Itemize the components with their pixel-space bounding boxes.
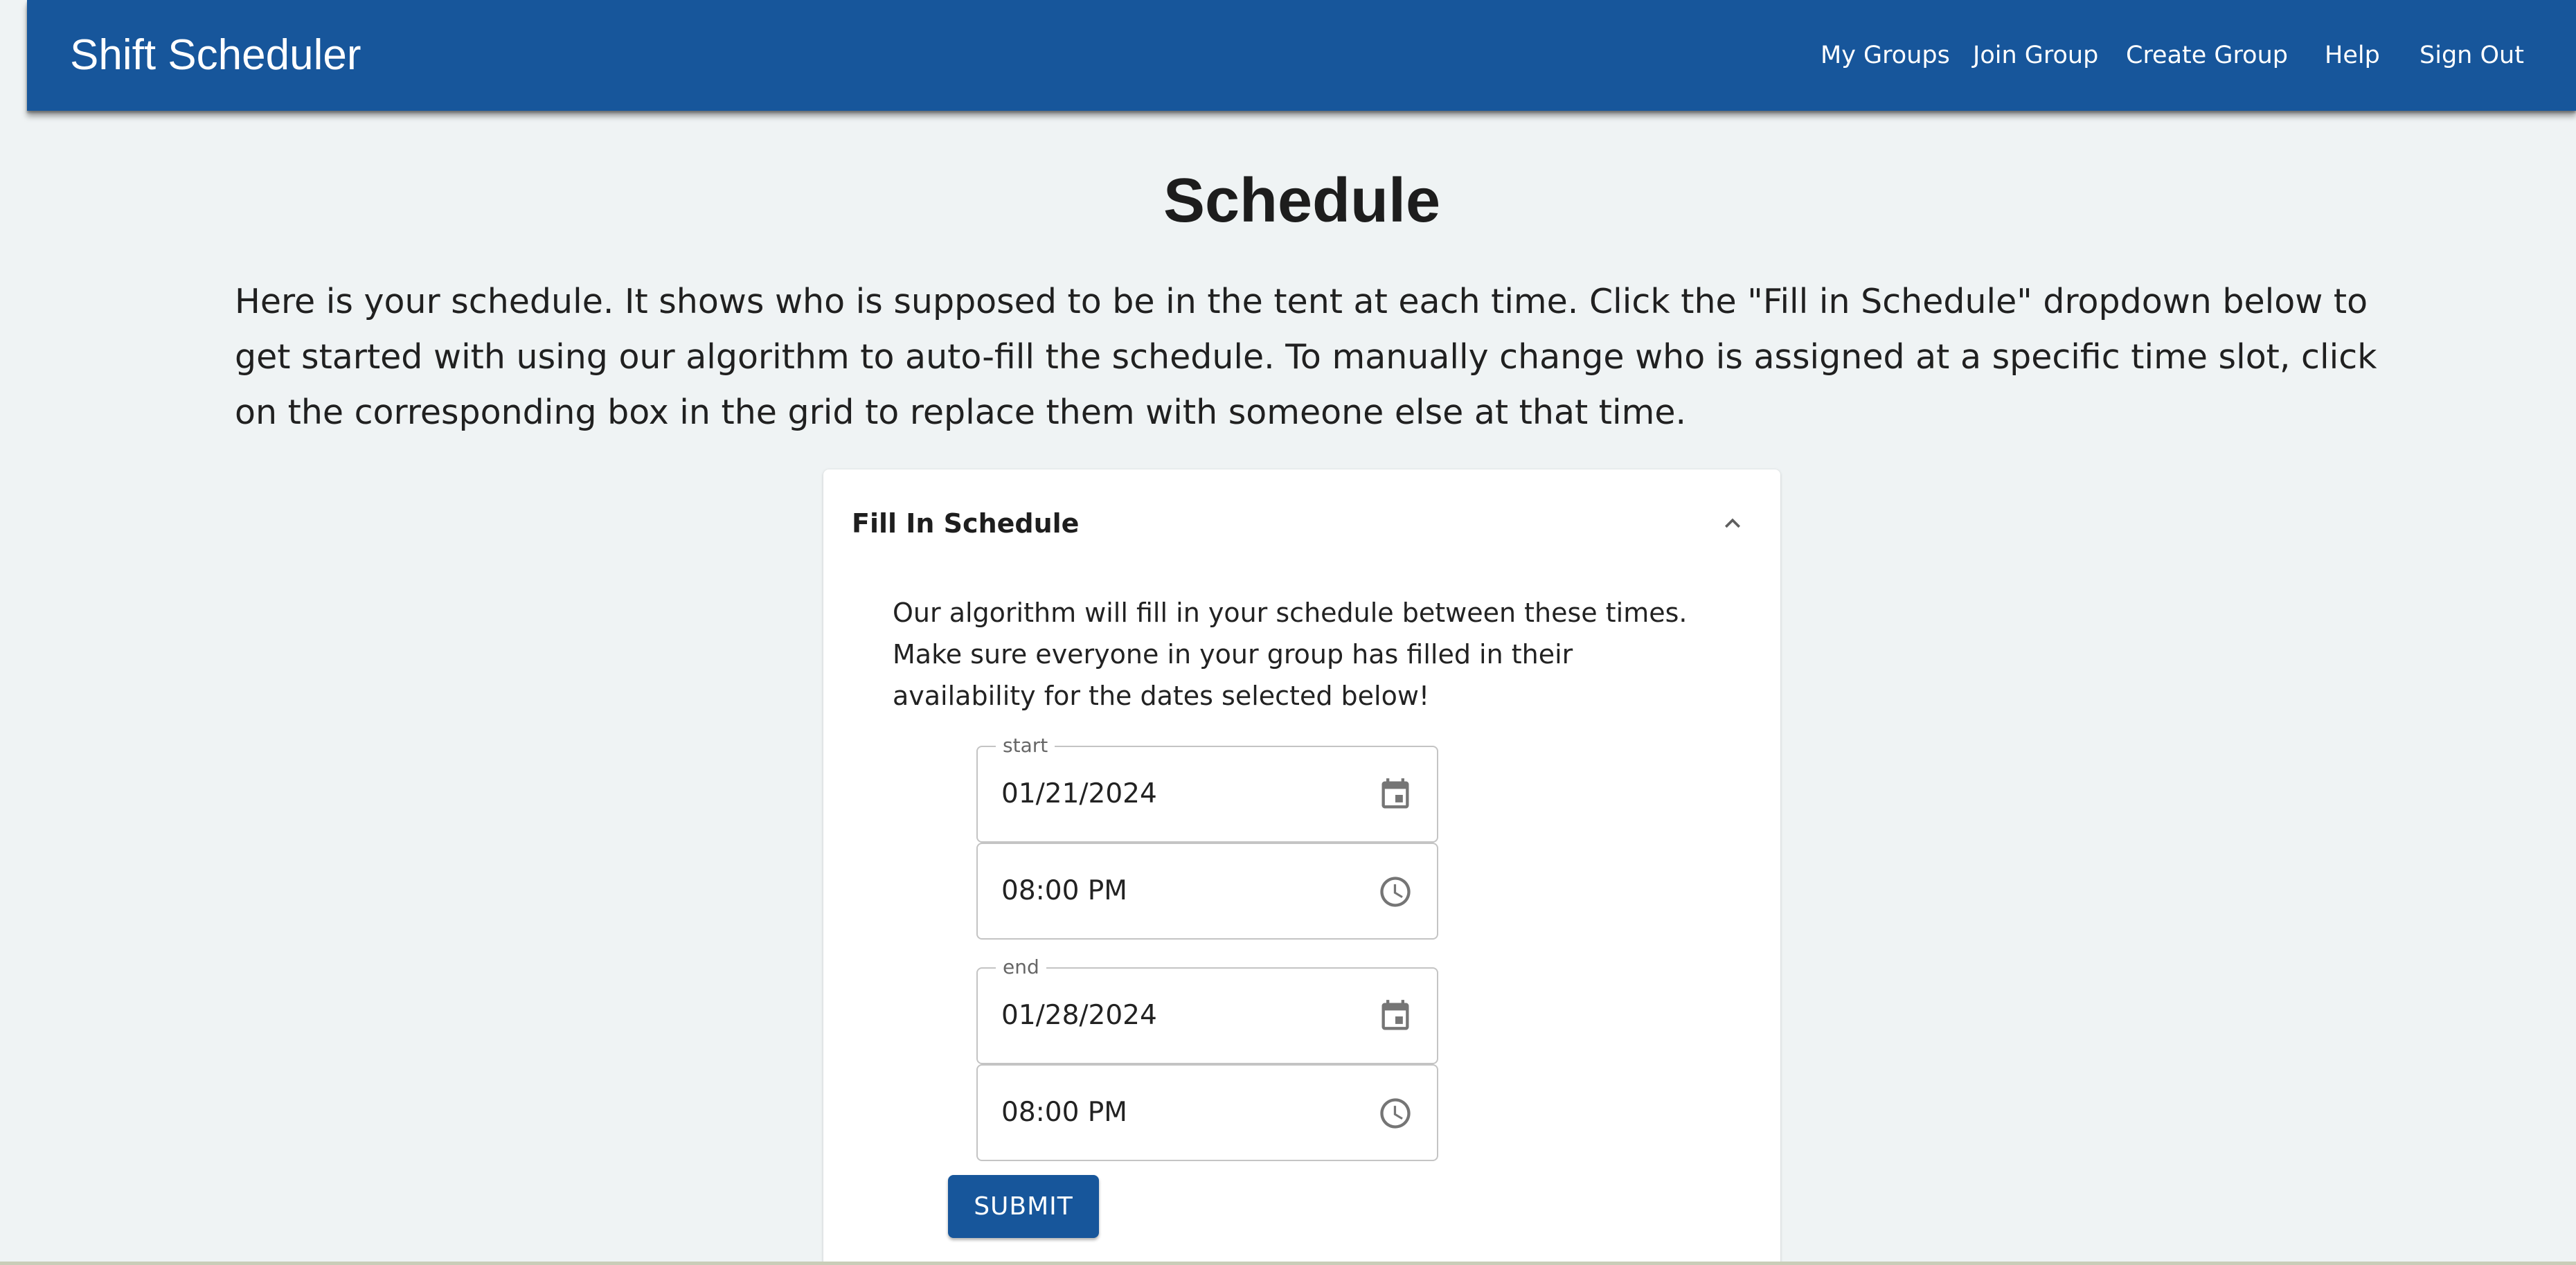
nav-create-group[interactable]: Create Group: [2126, 0, 2288, 111]
start-time-field[interactable]: 08:00 PM: [976, 843, 1438, 940]
fill-in-description: Our algorithm will fill in your schedule…: [893, 598, 1688, 711]
accordion-title: Fill In Schedule: [852, 508, 1080, 539]
nav-sign-out[interactable]: Sign Out: [2420, 0, 2524, 111]
start-time-value[interactable]: 08:00 PM: [1001, 844, 1127, 938]
app-title[interactable]: Shift Scheduler: [70, 0, 361, 111]
accordion-header[interactable]: Fill In Schedule: [823, 469, 1780, 577]
end-time-value[interactable]: 08:00 PM: [1001, 1066, 1127, 1160]
end-date-field[interactable]: end 01/28/2024: [976, 957, 1438, 1064]
calendar-icon[interactable]: [1377, 777, 1413, 813]
calendar-icon[interactable]: [1377, 998, 1413, 1034]
nav-join-group[interactable]: Join Group: [1973, 0, 2098, 111]
nav-my-groups[interactable]: My Groups: [1821, 0, 1950, 111]
clock-icon[interactable]: [1377, 874, 1413, 910]
bottom-divider: [0, 1262, 2576, 1265]
chevron-up-icon[interactable]: [1717, 508, 1748, 539]
app-bar: Shift Scheduler My Groups Join Group Cre…: [27, 0, 2576, 111]
submit-button[interactable]: SUBMIT: [948, 1175, 1099, 1238]
nav-help[interactable]: Help: [2325, 0, 2380, 111]
end-date-value[interactable]: 01/28/2024: [1001, 969, 1157, 1063]
start-date-value[interactable]: 01/21/2024: [1001, 747, 1157, 841]
end-time-field[interactable]: 08:00 PM: [976, 1064, 1438, 1161]
clock-icon[interactable]: [1377, 1095, 1413, 1131]
start-date-field[interactable]: start 01/21/2024: [976, 735, 1438, 843]
page-title: Schedule: [1163, 166, 1441, 235]
schedule-intro-text: Here is your schedule. It shows who is s…: [235, 282, 2377, 432]
